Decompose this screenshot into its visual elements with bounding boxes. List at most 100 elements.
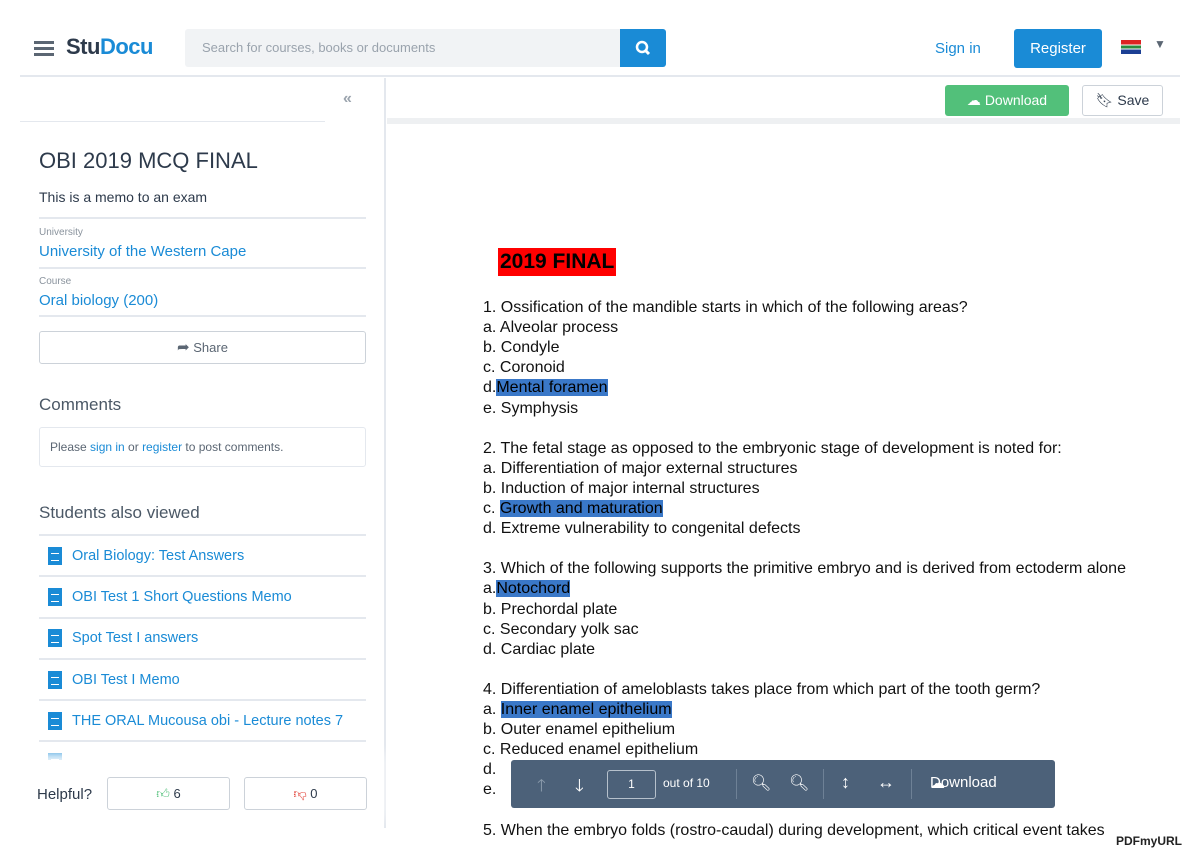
helpful-bar: Helpful? 👍︎ 6 👎︎ 0 — [20, 760, 384, 828]
document-line: a. Alveolar process — [483, 319, 619, 337]
document-line: c. Reduced enamel epithelium — [483, 741, 699, 759]
option-prefix: a. — [483, 580, 497, 598]
comment-text: to post comments. — [182, 440, 284, 454]
page-count: out of 10 — [663, 776, 710, 790]
document-line: 3. Which of the following supports the p… — [483, 560, 1126, 578]
option-prefix: d. — [483, 379, 497, 397]
document-icon — [48, 587, 62, 606]
comments-box: Please sign in or register to post comme… — [39, 427, 366, 467]
fit-height-icon[interactable]: ↕ — [841, 772, 850, 793]
south-africa-flag-icon[interactable] — [1121, 40, 1141, 54]
cloud-download-icon: ☁ — [966, 92, 981, 108]
thumbs-down-icon: 👎︎ — [293, 786, 307, 801]
list-item-label: Oral Biology: Test Answers — [72, 547, 245, 564]
save-button[interactable]: 🔖︎ Save — [1082, 85, 1163, 116]
list-item-label: Spot Test I answers — [72, 630, 199, 647]
list-item-label: OBI Test 1 Short Questions Memo — [72, 588, 292, 605]
document-line: 4. Differentiation of ameloblasts takes … — [483, 680, 1041, 698]
search-input[interactable]: Search for courses, books or documents — [185, 29, 621, 67]
document-icon — [48, 629, 62, 648]
list-item[interactable]: OBI Test I Memo — [39, 657, 366, 699]
fit-width-icon[interactable]: ↔ — [877, 772, 895, 793]
document-line: c. Secondary yolk sac — [483, 620, 639, 638]
highlighted-answer: Notochord — [496, 580, 571, 598]
document-icon — [48, 546, 62, 565]
document-line: e. — [483, 781, 497, 799]
page-down-icon[interactable]: 🡓 — [575, 773, 584, 802]
document-page: 2019 FINAL 1. Ossification of the mandib… — [387, 130, 1180, 848]
document-line: b. Condyle — [483, 339, 560, 357]
divider — [20, 121, 325, 122]
document-line: b. Outer enamel epithelium — [483, 721, 676, 739]
list-item-label: THE ORAL Mucousa obi - Lecture notes 7 — [72, 712, 344, 729]
page-up-icon[interactable]: 🡑 — [537, 773, 546, 802]
collapse-sidebar-icon[interactable]: « — [343, 90, 352, 108]
document-line: b. Induction of major internal structure… — [483, 479, 760, 497]
download-button[interactable]: ☁ Download — [945, 85, 1069, 116]
viewer-download-label: Download — [930, 774, 997, 791]
document-line: 5. When the embryo folds (rostro-caudal)… — [483, 821, 1105, 839]
divider — [39, 315, 366, 317]
document-icon — [48, 670, 62, 689]
share-label: Share — [193, 340, 228, 355]
comments-heading: Comments — [39, 395, 122, 414]
zoom-in-icon[interactable]: 🔍︎ — [789, 773, 809, 793]
university-link[interactable]: University of the Western Cape — [39, 243, 246, 260]
divider — [911, 769, 912, 799]
save-label: Save — [1117, 92, 1150, 108]
document-line: a. Differentiation of major external str… — [483, 459, 798, 477]
downvote-button[interactable]: 👎︎ 0 — [244, 777, 367, 810]
document-line: d. Extreme vulnerability to congenital d… — [483, 520, 801, 538]
divider — [39, 217, 366, 219]
list-item[interactable]: OBI Test 1 Short Questions Memo — [39, 575, 366, 616]
document-line: e. Symphysis — [483, 399, 579, 417]
share-button[interactable]: ➦ Share — [39, 331, 366, 364]
document-toolbar: ☁ Download 🔖︎ Save — [387, 78, 1180, 124]
highlighted-answer: Growth and maturation — [499, 500, 663, 517]
helpful-label: Helpful? — [37, 786, 93, 803]
document-line: a.Notochord — [483, 579, 571, 599]
highlighted-answer: Inner enamel epithelium — [500, 701, 672, 718]
share-icon: ➦ — [177, 339, 190, 356]
list-item[interactable]: Oral Biology: Test Answers — [39, 534, 366, 575]
document-description: This is a memo to an exam — [39, 189, 208, 205]
course-link[interactable]: Oral biology (200) — [39, 292, 158, 309]
option-prefix: a. — [483, 701, 501, 718]
logo-text-b: Docu — [99, 34, 154, 59]
pdfmyurl-watermark: PDFmyURL — [1116, 834, 1183, 848]
bookmark-icon: 🔖︎ — [1095, 92, 1114, 108]
comment-register-link[interactable]: register — [142, 440, 182, 454]
downvote-count: 0 — [310, 786, 318, 801]
document-line: 2. The fetal stage as opposed to the emb… — [483, 439, 1062, 457]
top-header: StuDocu Search for courses, books or doc… — [20, 20, 1180, 77]
menu-icon[interactable] — [34, 41, 54, 56]
thumbs-up-icon: 👍︎ — [156, 786, 170, 801]
university-label: University — [39, 227, 83, 238]
download-label: Download — [984, 92, 1048, 108]
also-viewed-heading: Students also viewed — [39, 503, 200, 522]
document-title: OBI 2019 MCQ FINAL — [39, 148, 258, 173]
studocu-logo[interactable]: StuDocu — [66, 34, 153, 60]
comment-sign-in-link[interactable]: sign in — [90, 440, 125, 454]
document-icon — [48, 711, 62, 730]
sidebar: « OBI 2019 MCQ FINAL This is a memo to a… — [20, 78, 386, 828]
zoom-out-icon[interactable]: 🔍︎ — [751, 773, 771, 793]
page-number-input[interactable]: 1 — [607, 770, 656, 799]
also-viewed-list: Oral Biology: Test Answers OBI Test 1 Sh… — [39, 534, 366, 782]
comment-text: or — [124, 440, 143, 454]
register-button[interactable]: Register — [1014, 29, 1102, 68]
course-label: Course — [39, 276, 72, 287]
list-item-label: OBI Test I Memo — [72, 671, 180, 688]
list-item[interactable]: THE ORAL Mucousa obi - Lecture notes 7 — [39, 699, 366, 740]
search-button[interactable] — [620, 29, 666, 67]
search-icon — [635, 40, 651, 56]
upvote-button[interactable]: 👍︎ 6 — [107, 777, 230, 810]
highlighted-answer: Mental foramen — [496, 379, 608, 397]
list-item[interactable]: Spot Test I answers — [39, 616, 366, 658]
viewer-controls: 🡑 🡓 1 out of 10 🔍︎ 🔍︎ ↕ ↔ ☁ Download — [511, 760, 1055, 808]
document-line: c. Growth and maturation — [483, 499, 663, 519]
divider — [736, 769, 737, 799]
sign-in-link[interactable]: Sign in — [935, 40, 981, 57]
document-line: a. Inner enamel epithelium — [483, 700, 672, 720]
chevron-down-icon[interactable]: ▼ — [1154, 37, 1166, 51]
